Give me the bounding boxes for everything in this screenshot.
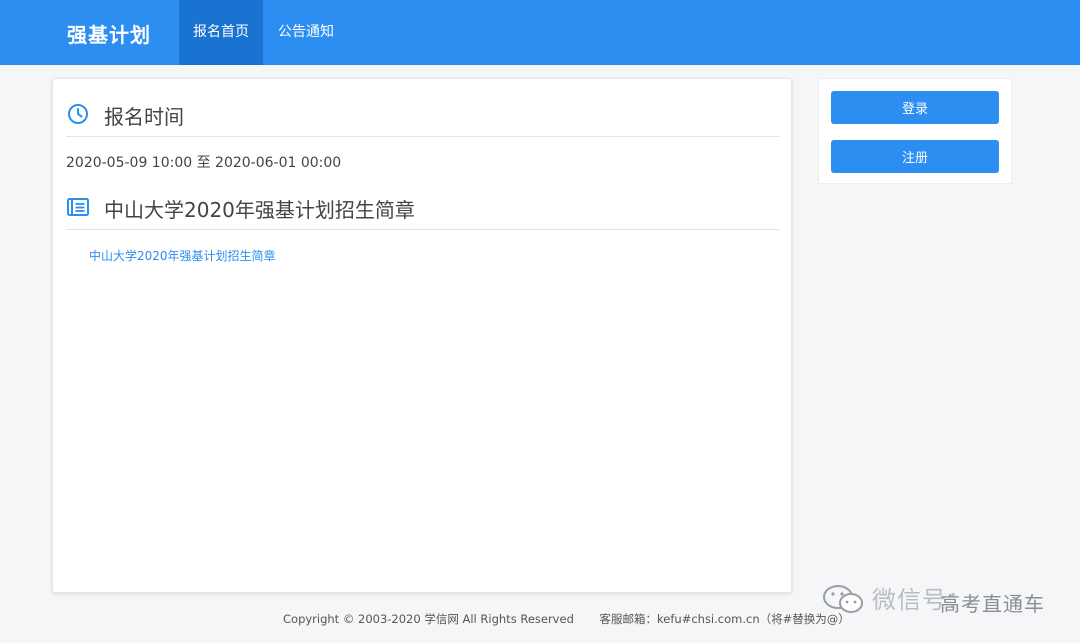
- wechat-icon: [823, 585, 863, 613]
- nav-tab-notice[interactable]: 公告通知: [263, 0, 349, 65]
- register-button[interactable]: 注册: [831, 140, 999, 173]
- clock-icon: [68, 104, 88, 124]
- top-navbar: 强基计划 报名首页 公告通知: [0, 0, 1080, 65]
- newspaper-icon: [67, 198, 89, 216]
- brochure-link[interactable]: 中山大学2020年强基计划招生简章: [89, 247, 276, 264]
- footer-email: 客服邮箱：kefu#chsi.com.cn（将#替换为@）: [599, 612, 850, 626]
- login-button[interactable]: 登录: [831, 91, 999, 124]
- watermark-account: 高考直通车: [940, 592, 1045, 616]
- auth-sidebar: 登录 注册: [818, 78, 1012, 184]
- nav-tab-home[interactable]: 报名首页: [179, 0, 263, 65]
- brochure-title: 中山大学2020年强基计划招生简章: [104, 198, 415, 222]
- registration-time-header: 报名时间: [66, 91, 779, 137]
- site-brand[interactable]: 强基计划: [67, 19, 151, 48]
- registration-time-title: 报名时间: [104, 105, 184, 129]
- main-content-card: 报名时间 2020-05-09 10:00 至 2020-06-01 00:00…: [52, 78, 792, 593]
- watermark: 微信号： 高考直通车: [820, 578, 1070, 618]
- registration-time-range: 2020-05-09 10:00 至 2020-06-01 00:00: [66, 155, 342, 171]
- footer-copyright: Copyright © 2003-2020 学信网 All Rights Res…: [283, 612, 574, 626]
- brochure-header: 中山大学2020年强基计划招生简章: [66, 184, 779, 230]
- page-footer: Copyright © 2003-2020 学信网 All Rights Res…: [283, 611, 850, 627]
